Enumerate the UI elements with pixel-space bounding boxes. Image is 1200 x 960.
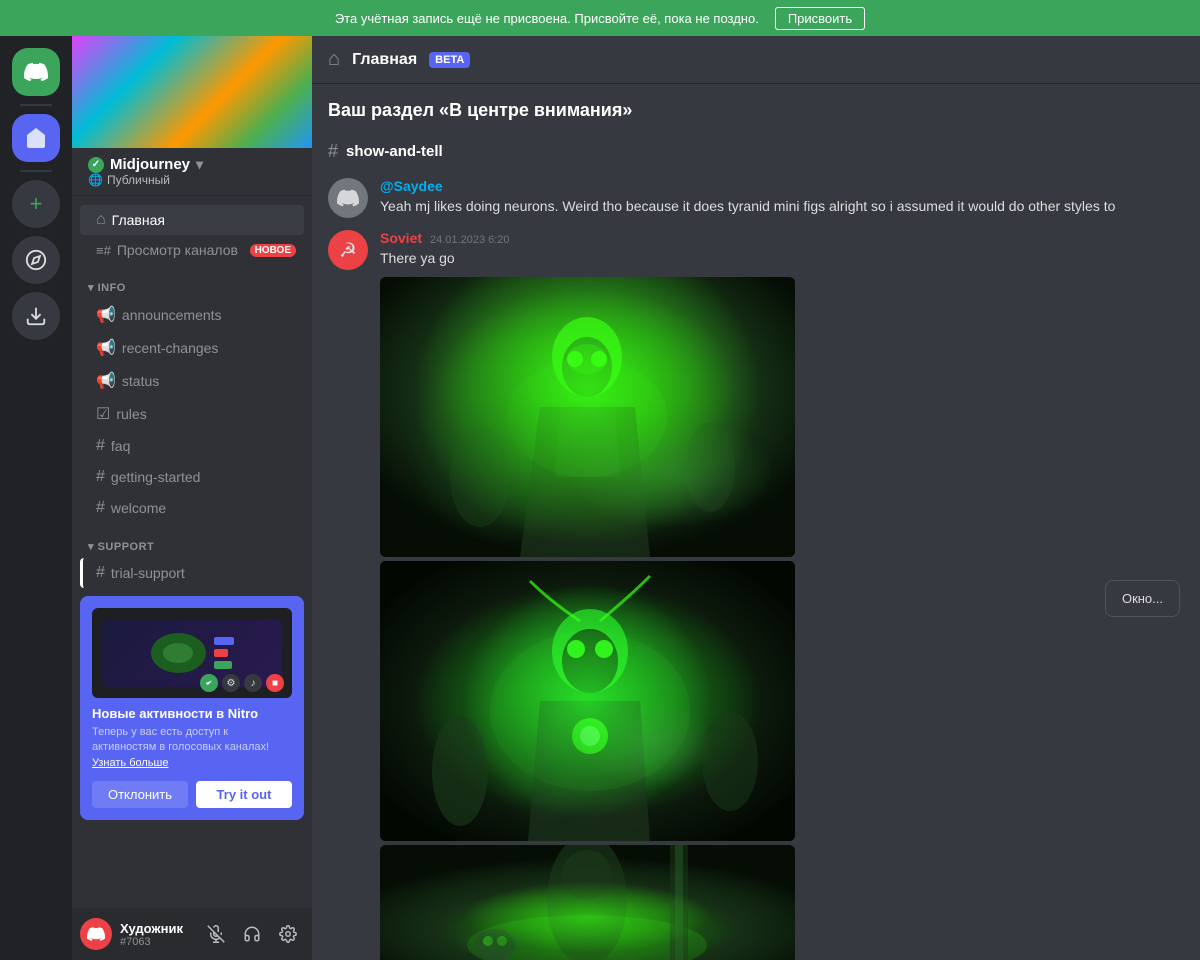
channel-item-rules[interactable]: ☑ rules [80,398,304,430]
soviet-avatar-symbol: ☭ [339,238,357,263]
channel-item-recent-changes[interactable]: 📢 recent-changes [80,332,304,364]
downloads-button[interactable] [12,292,60,340]
channel-header: ⌂ Главная BETA [312,36,1200,84]
channel-item-trial-support[interactable]: # trial-support [80,558,304,588]
channel-sidebar: ✓ Midjourney ▾ 🌐 Публичный ⌂ Главная ≡# … [72,36,312,960]
user-actions [200,918,304,950]
user-avatar [80,918,112,950]
nitro-preview-image: ⚙ ♪ ■ [92,608,292,698]
server-name: ✓ Midjourney ▾ [88,156,203,173]
user-tag: #7063 [120,936,192,948]
server-public-label: 🌐 Публичный [88,173,203,187]
category-info: ▾ INFO [72,265,312,298]
nitro-learn-more-link[interactable]: Узнать больше [92,757,168,769]
nitro-actions: Отклонить Try it out [92,781,292,808]
hash-icon-gs: # [96,468,105,486]
new-badge: НОВОЕ [250,244,296,257]
user-bar: Художник #7063 [72,908,312,960]
hash-icon-trial: # [96,564,105,582]
announce-icon: 📢 [96,305,116,325]
globe-icon: 🌐 [88,173,103,187]
beta-badge: BETA [429,52,470,68]
confirm-dialog: Окно... [1105,580,1180,617]
channel-header-name: Главная [352,51,417,69]
warhammer-image-2[interactable] [380,561,795,841]
message-avatar-soviet: ☭ [328,230,368,270]
hash-icon-faq: # [96,437,105,455]
server-header[interactable]: ✓ Midjourney ▾ 🌐 Публичный [72,148,312,196]
category-support: ▾ SUPPORT [72,524,312,557]
server-banner [72,36,312,148]
main-content: ⌂ Главная BETA Ваш раздел «В центре вним… [312,36,1200,960]
announce-icon-2: 📢 [96,338,116,358]
message-group-soviet: ☭ Soviet 24.01.2023 6:20 There ya go [328,230,1184,960]
section-channel-name: show-and-tell [346,143,443,160]
spotlight-heading: Ваш раздел «В центре внимания» [328,100,1184,121]
message-text-soviet: There ya go [380,248,1184,269]
nitro-title: Новые активности в Nitro [92,706,292,721]
settings-button[interactable] [272,918,304,950]
channel-section-header: # show-and-tell [328,141,1184,162]
message-content-saydee: @Saydee Yeah mj likes doing neurons. Wei… [380,178,1184,218]
channel-item-announcements[interactable]: 📢 announcements [80,299,304,331]
rules-icon: ☑ [96,404,110,424]
nitro-promo-card: ⚙ ♪ ■ Новые активности в Nitro Теперь у … [80,596,304,820]
channel-item-home[interactable]: ⌂ Главная [80,205,304,235]
browse-icon: ≡# [96,243,111,258]
server-banner-image [72,36,312,148]
image-grid-soviet [380,277,800,960]
discord-logo-button[interactable] [12,48,60,96]
channel-item-getting-started[interactable]: # getting-started [80,462,304,492]
mute-button[interactable] [200,918,232,950]
announce-icon-3: 📢 [96,371,116,391]
channel-list: ⌂ Главная ≡# Просмотр каналов НОВОЕ ▾ IN… [72,196,312,908]
nitro-try-button[interactable]: Try it out [196,781,292,808]
warhammer-image-3[interactable] [380,845,795,960]
explore-button[interactable] [12,236,60,284]
user-info: Художник #7063 [120,921,192,948]
channel-item-welcome[interactable]: # welcome [80,493,304,523]
plus-icon: + [30,191,43,217]
icon-sidebar: + [0,36,72,960]
message-group-saydee: @Saydee Yeah mj likes doing neurons. Wei… [328,178,1184,218]
sidebar-divider-2 [20,170,52,172]
messages-area: Ваш раздел «В центре внимания» # show-an… [312,84,1200,960]
hash-icon-welcome: # [96,499,105,517]
message-text-saydee: Yeah mj likes doing neurons. Weird tho b… [380,196,1184,217]
message-author-soviet: Soviet [380,230,422,246]
message-avatar-saydee [328,178,368,218]
verified-icon: ✓ [88,157,104,173]
warhammer-image-1[interactable] [380,277,795,557]
sidebar-divider [20,104,52,106]
section-hash-icon: # [328,141,338,162]
username: Художник [120,921,192,936]
home-icon: ⌂ [96,211,106,229]
channel-item-browse[interactable]: ≡# Просмотр каналов НОВОЕ [80,236,304,264]
home-channel-icon: ⌂ [328,48,340,71]
headphones-button[interactable] [236,918,268,950]
message-header-saydee: @Saydee [380,178,1184,194]
message-content-soviet: Soviet 24.01.2023 6:20 There ya go [380,230,1184,960]
channel-item-faq[interactable]: # faq [80,431,304,461]
chevron-down-icon: ▾ [196,156,203,173]
top-notification-bar: Эта учётная запись ещё не присвоена. При… [0,0,1200,36]
message-author-saydee: @Saydee [380,178,443,194]
message-header-soviet: Soviet 24.01.2023 6:20 [380,230,1184,246]
nitro-description: Теперь у вас есть доступ к активностям в… [92,725,292,771]
midjourney-server-icon[interactable] [12,114,60,162]
add-server-button[interactable]: + [12,180,60,228]
message-timestamp-soviet: 24.01.2023 6:20 [430,234,510,246]
channel-item-status[interactable]: 📢 status [80,365,304,397]
nitro-dismiss-button[interactable]: Отклонить [92,781,188,808]
claim-account-button[interactable]: Присвоить [775,7,865,30]
top-bar-message: Эта учётная запись ещё не присвоена. При… [335,11,759,26]
